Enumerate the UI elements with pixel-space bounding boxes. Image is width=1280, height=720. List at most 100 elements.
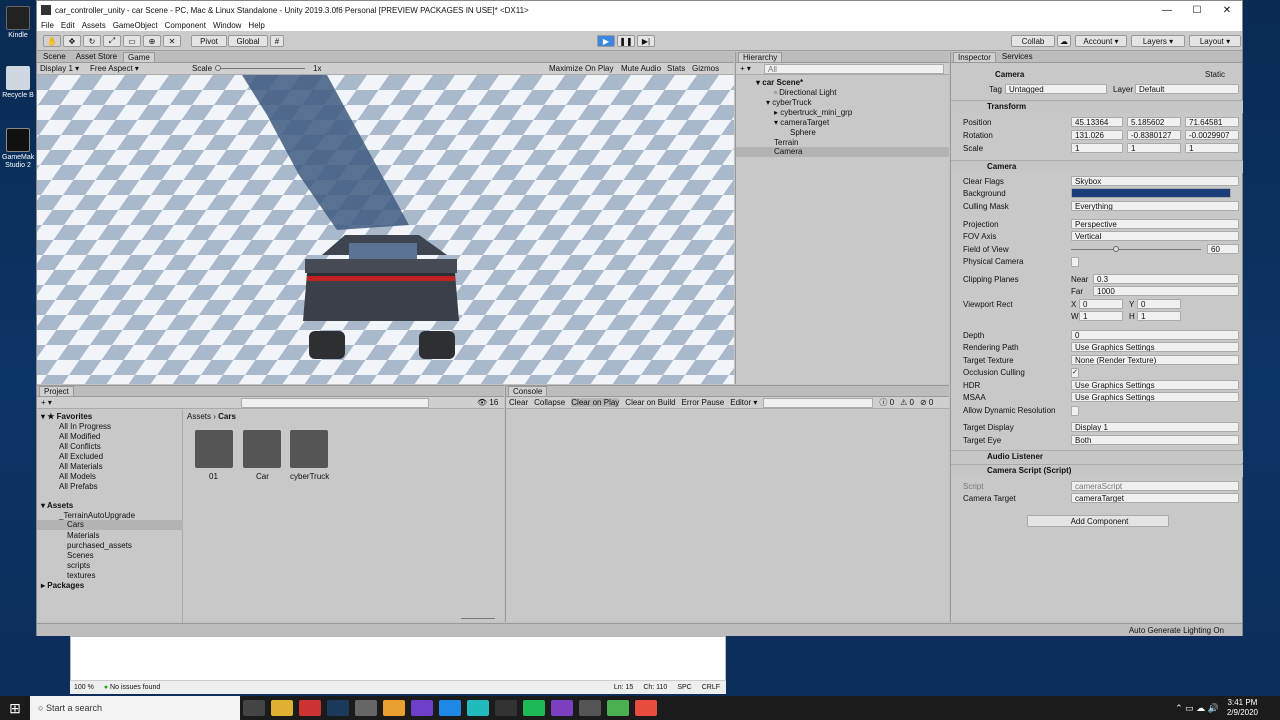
viewport-x-field[interactable]: 0 [1079, 299, 1123, 309]
audio-listener-header[interactable]: Audio Listener [951, 450, 1243, 463]
app-icon[interactable] [467, 700, 489, 716]
grid-snap-icon[interactable]: # [270, 35, 284, 47]
menu-assets[interactable]: Assets [82, 21, 106, 30]
move-tool-icon[interactable]: ✥ [63, 35, 81, 47]
cloud-icon[interactable]: ☁ [1057, 35, 1071, 47]
favorite-item[interactable]: All In Progress [59, 422, 111, 431]
scale-x-field[interactable]: 1 [1071, 143, 1123, 153]
rotation-z-field[interactable]: -0.0029907 [1185, 130, 1239, 140]
hierarchy-search-input[interactable]: All [764, 64, 944, 74]
display-dropdown[interactable]: Display 1 ▾ [40, 64, 79, 73]
account-dropdown[interactable]: Account ▾ [1075, 35, 1127, 47]
rotation-y-field[interactable]: -0.8380127 [1127, 130, 1181, 140]
rendering-path-dropdown[interactable]: Use Graphics Settings [1071, 342, 1239, 352]
maximize-icon[interactable]: ☐ [1182, 5, 1212, 16]
rotate-tool-icon[interactable]: ↻ [83, 35, 101, 47]
background-color-swatch[interactable] [1071, 188, 1231, 198]
github-icon[interactable] [411, 700, 433, 716]
favorite-item[interactable]: All Conflicts [59, 442, 101, 451]
far-clip-field[interactable]: 1000 [1093, 286, 1239, 296]
game-viewport[interactable] [37, 75, 734, 384]
fov-axis-dropdown[interactable]: Vertical [1071, 231, 1239, 241]
tab-project[interactable]: Project [39, 386, 74, 396]
stats-toggle[interactable]: Stats [667, 64, 685, 73]
static-toggle[interactable]: Static [1205, 70, 1225, 79]
scale-slider-handle[interactable] [215, 65, 221, 71]
app-icon[interactable] [299, 700, 321, 716]
fov-slider[interactable] [1071, 249, 1201, 250]
depth-field[interactable]: 0 [1071, 330, 1239, 340]
folder-item[interactable]: purchased_assets [67, 541, 132, 550]
hierarchy-item-terrain[interactable]: Terrain [774, 138, 798, 147]
folder-item[interactable]: textures [67, 571, 95, 580]
global-toggle[interactable]: Global [228, 35, 268, 47]
assets-group[interactable]: ▾ Assets [41, 501, 73, 510]
aspect-dropdown[interactable]: Free Aspect ▾ [90, 64, 139, 73]
chrome-icon[interactable] [383, 700, 405, 716]
hidden-packages-count[interactable]: 👁 16 [477, 398, 498, 407]
menu-help[interactable]: Help [248, 21, 264, 30]
culling-mask-dropdown[interactable]: Everything [1071, 201, 1239, 211]
thumbnail-size-slider[interactable] [461, 618, 495, 619]
create-plus-icon[interactable]: + ▾ [740, 64, 751, 73]
folder-item[interactable]: _TerrainAutoUpgrade [59, 511, 135, 520]
menu-gameobject[interactable]: GameObject [113, 21, 158, 30]
desktop-icon-kindle[interactable]: Kindle [2, 6, 34, 40]
scale-y-field[interactable]: 1 [1127, 143, 1181, 153]
warning-count[interactable]: ⚠ 0 [900, 398, 914, 407]
layer-dropdown[interactable]: Default [1135, 84, 1239, 94]
minimize-icon[interactable]: — [1152, 5, 1182, 16]
hierarchy-item-camera-target[interactable]: ▾ cameraTarget [774, 118, 829, 127]
system-tray-icons[interactable]: ⌃ ▭ ☁ 🔊 [1175, 703, 1219, 714]
visual-studio-icon[interactable] [551, 700, 573, 716]
tab-asset-store[interactable]: Asset Store [72, 52, 121, 62]
file-explorer-icon[interactable] [271, 700, 293, 716]
object-name[interactable]: Camera [995, 70, 1024, 79]
close-icon[interactable]: ✕ [1212, 5, 1242, 16]
favorite-item[interactable]: All Modified [59, 432, 100, 441]
menu-window[interactable]: Window [213, 21, 241, 30]
hierarchy-item-cybertruck[interactable]: ▾ cyberTruck [766, 98, 812, 107]
position-x-field[interactable]: 45.13364 [1071, 117, 1123, 127]
viewport-w-field[interactable]: 1 [1079, 311, 1123, 321]
projection-dropdown[interactable]: Perspective [1071, 219, 1239, 229]
favorite-item[interactable]: All Prefabs [59, 482, 98, 491]
project-create-icon[interactable]: + ▾ [41, 398, 52, 407]
pause-button[interactable]: ❚❚ [617, 35, 635, 47]
zoom-level[interactable]: 100 % [74, 684, 94, 691]
steam-icon[interactable] [327, 700, 349, 716]
hdr-dropdown[interactable]: Use Graphics Settings [1071, 380, 1239, 390]
auto-lighting-status[interactable]: Auto Generate Lighting On [1129, 626, 1224, 635]
layers-dropdown[interactable]: Layers ▾ [1131, 35, 1185, 47]
scale-slider[interactable] [215, 68, 305, 69]
asset-thumb[interactable] [290, 430, 328, 468]
hierarchy-scene-root[interactable]: ▾ car Scene* [756, 78, 803, 87]
target-display-dropdown[interactable]: Display 1 [1071, 422, 1239, 432]
tab-services[interactable]: Services [998, 52, 1037, 62]
camera-component-header[interactable]: Camera [951, 160, 1243, 173]
hierarchy-item-camera[interactable]: Camera [736, 147, 949, 157]
desktop-icon-recycle[interactable]: Recycle B [2, 66, 34, 100]
unity-hub-icon[interactable] [495, 700, 517, 716]
clear-button[interactable]: Clear [509, 398, 528, 407]
favorite-item[interactable]: All Materials [59, 462, 103, 471]
clear-on-build-button[interactable]: Clear on Build [625, 398, 675, 407]
log-count[interactable]: ⓘ 0 [879, 397, 894, 408]
hierarchy-item-mini-grp[interactable]: ▸ cybertruck_mini_grp [774, 108, 852, 117]
target-eye-dropdown[interactable]: Both [1071, 435, 1239, 445]
tab-scene[interactable]: Scene [39, 52, 70, 62]
app-icon[interactable] [439, 700, 461, 716]
pivot-toggle[interactable]: Pivot [191, 35, 227, 47]
camera-target-field[interactable]: cameraTarget [1071, 493, 1239, 503]
console-search-input[interactable] [763, 397, 874, 408]
folder-item[interactable]: Scenes [67, 551, 94, 560]
menu-edit[interactable]: Edit [61, 21, 75, 30]
fov-field[interactable]: 60 [1207, 244, 1239, 254]
tab-game[interactable]: Game [123, 52, 155, 62]
favorite-item[interactable]: All Excluded [59, 452, 103, 461]
favorites-group[interactable]: ▾ ★ Favorites [41, 412, 92, 421]
scale-z-field[interactable]: 1 [1185, 143, 1239, 153]
folder-item[interactable]: Materials [67, 531, 99, 540]
viewport-h-field[interactable]: 1 [1137, 311, 1181, 321]
occlusion-culling-checkbox[interactable]: ✓ [1071, 368, 1079, 378]
